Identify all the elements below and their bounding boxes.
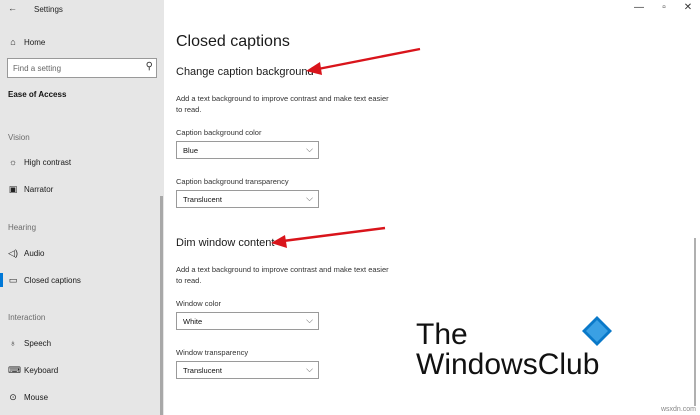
annotation-arrow-2 — [271, 226, 386, 248]
annotation-arrow-1 — [306, 47, 421, 75]
windows-logo-icon — [582, 316, 612, 346]
site-watermark: wsxdn.com — [660, 406, 696, 413]
logo-line-2: WindowsClub — [416, 348, 600, 381]
logo-line-1: The — [416, 318, 468, 351]
